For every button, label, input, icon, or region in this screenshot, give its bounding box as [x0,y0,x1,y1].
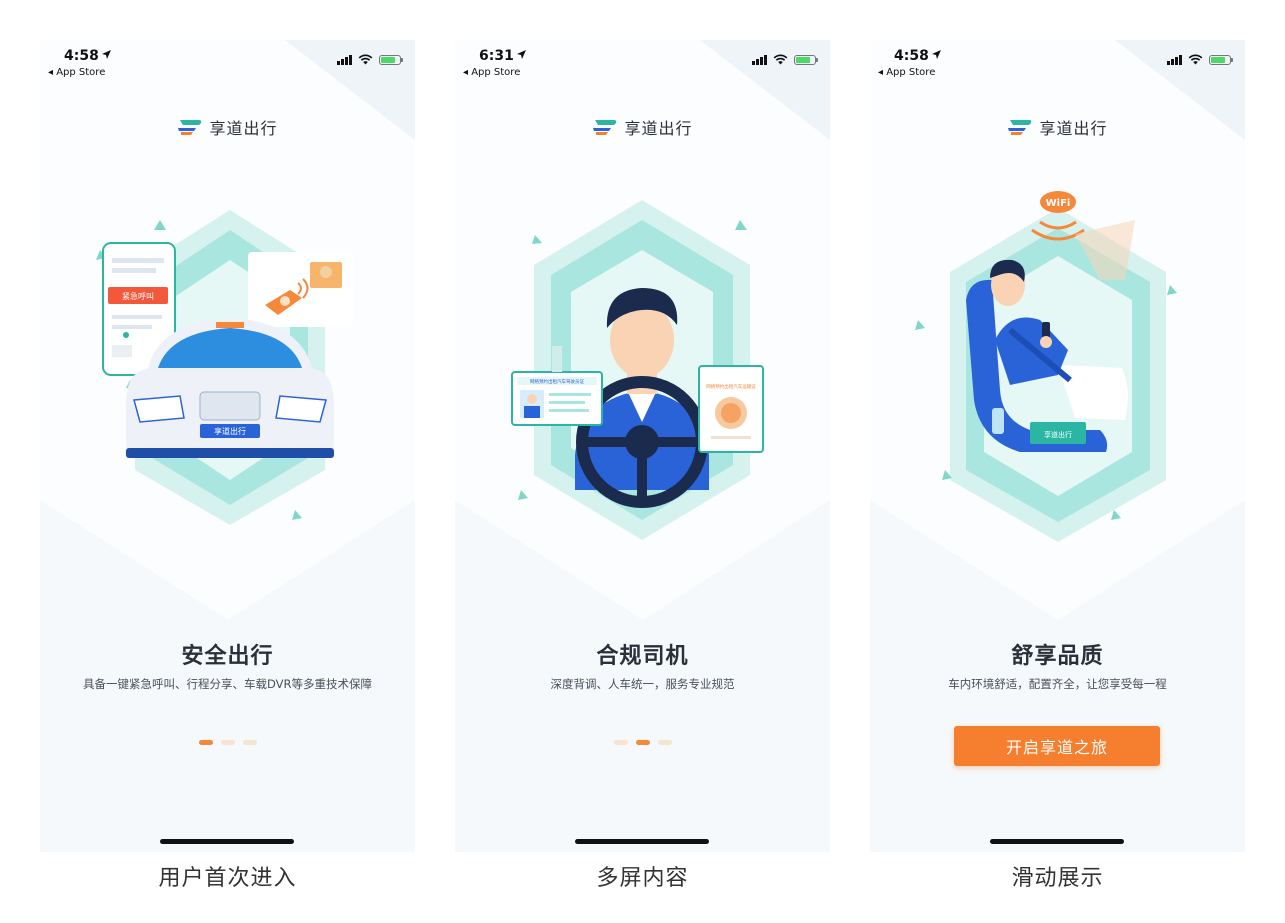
page-indicator[interactable] [455,740,830,745]
status-bar: 4:58 ◂ App Store [870,48,1245,82]
wifi-icon [1188,54,1203,65]
page-dot-2[interactable] [220,740,235,745]
start-journey-button[interactable]: 开启享道之旅 [954,726,1160,766]
brand-logo: 享道出行 [40,115,415,139]
location-arrow-icon [932,50,941,59]
brand-name: 享道出行 [1039,119,1108,138]
brand-logo-icon [1008,120,1032,135]
screen-safety: 4:58 ◂ App Store 享道出行 紧急呼叫 DVR 享道出行 安全出行… [40,40,415,852]
location-arrow-icon [517,50,526,59]
page-dot-3[interactable] [657,740,672,745]
brand-name: 享道出行 [209,119,278,138]
back-to-app-store-link[interactable]: ◂ App Store [878,67,935,78]
battery-icon [379,54,403,65]
home-indicator[interactable] [990,839,1124,844]
battery-icon [1209,54,1233,65]
dvr-label: DVR [262,311,273,317]
home-indicator[interactable] [575,839,709,844]
brand-logo-icon [593,120,617,135]
slide-description: 深度背调、人车统一，服务专业规范 [550,677,735,691]
page-indicator[interactable] [40,740,415,745]
screen-driver: 6:31 ◂ App Store 享道出行 网络预约出租汽车驾驶员证 网络预约出… [455,40,830,852]
driver-illustration: 网络预约出租汽车驾驶员证 网络预约出租汽车运输证 [511,200,764,540]
caption-multi-screen: 多屏内容 [596,866,689,891]
driver-license-title: 网络预约出租汽车驾驶员证 [530,378,584,385]
status-time: 4:58 [894,48,929,64]
status-bar: 6:31 ◂ App Store [455,48,830,82]
signal-icon [1167,54,1182,65]
page-dot-1[interactable] [613,740,628,745]
safety-illustration: 紧急呼叫 DVR 享道出行 [96,210,353,525]
page-dot-1[interactable] [198,740,213,745]
status-bar: 4:58 ◂ App Store [40,48,415,82]
emergency-call-label: 紧急呼叫 [122,291,154,301]
brand-name: 享道出行 [624,119,693,138]
screen-quality: 4:58 ◂ App Store 享道出行 WiFi 享道出行 舒享品质 车内环… [870,40,1245,852]
wifi-badge: WiFi [1046,198,1071,209]
back-to-app-store-link[interactable]: ◂ App Store [48,67,105,78]
transport-cert-title: 网络预约出租汽车运输证 [706,383,756,390]
tissue-box-label: 享道出行 [1044,430,1072,439]
page-dot-2[interactable] [635,740,650,745]
status-time: 6:31 [479,48,514,64]
slide-title: 安全出行 [181,644,274,669]
location-arrow-icon [102,50,111,59]
wifi-icon [773,54,788,65]
slide-description: 具备一键紧急呼叫、行程分享、车载DVR等多重技术保障 [82,677,372,691]
brand-logo: 享道出行 [455,115,830,139]
home-indicator[interactable] [160,839,294,844]
wifi-icon [358,54,373,65]
brand-logo-icon [178,120,202,135]
status-time: 4:58 [64,48,99,64]
slide-title: 合规司机 [596,644,689,669]
battery-icon [794,54,818,65]
brand-logo: 享道出行 [870,115,1245,139]
signal-icon [337,54,352,65]
license-plate: 享道出行 [214,426,246,436]
slide-title: 舒享品质 [1011,644,1104,669]
comfort-illustration: WiFi 享道出行 [915,191,1177,542]
page-dot-3[interactable] [242,740,257,745]
caption-swipe: 滑动展示 [1011,866,1104,891]
signal-icon [752,54,767,65]
slide-description: 车内环境舒适，配置齐全，让您享受每一程 [948,677,1167,691]
caption-first-entry: 用户首次进入 [158,866,297,891]
back-to-app-store-link[interactable]: ◂ App Store [463,67,520,78]
